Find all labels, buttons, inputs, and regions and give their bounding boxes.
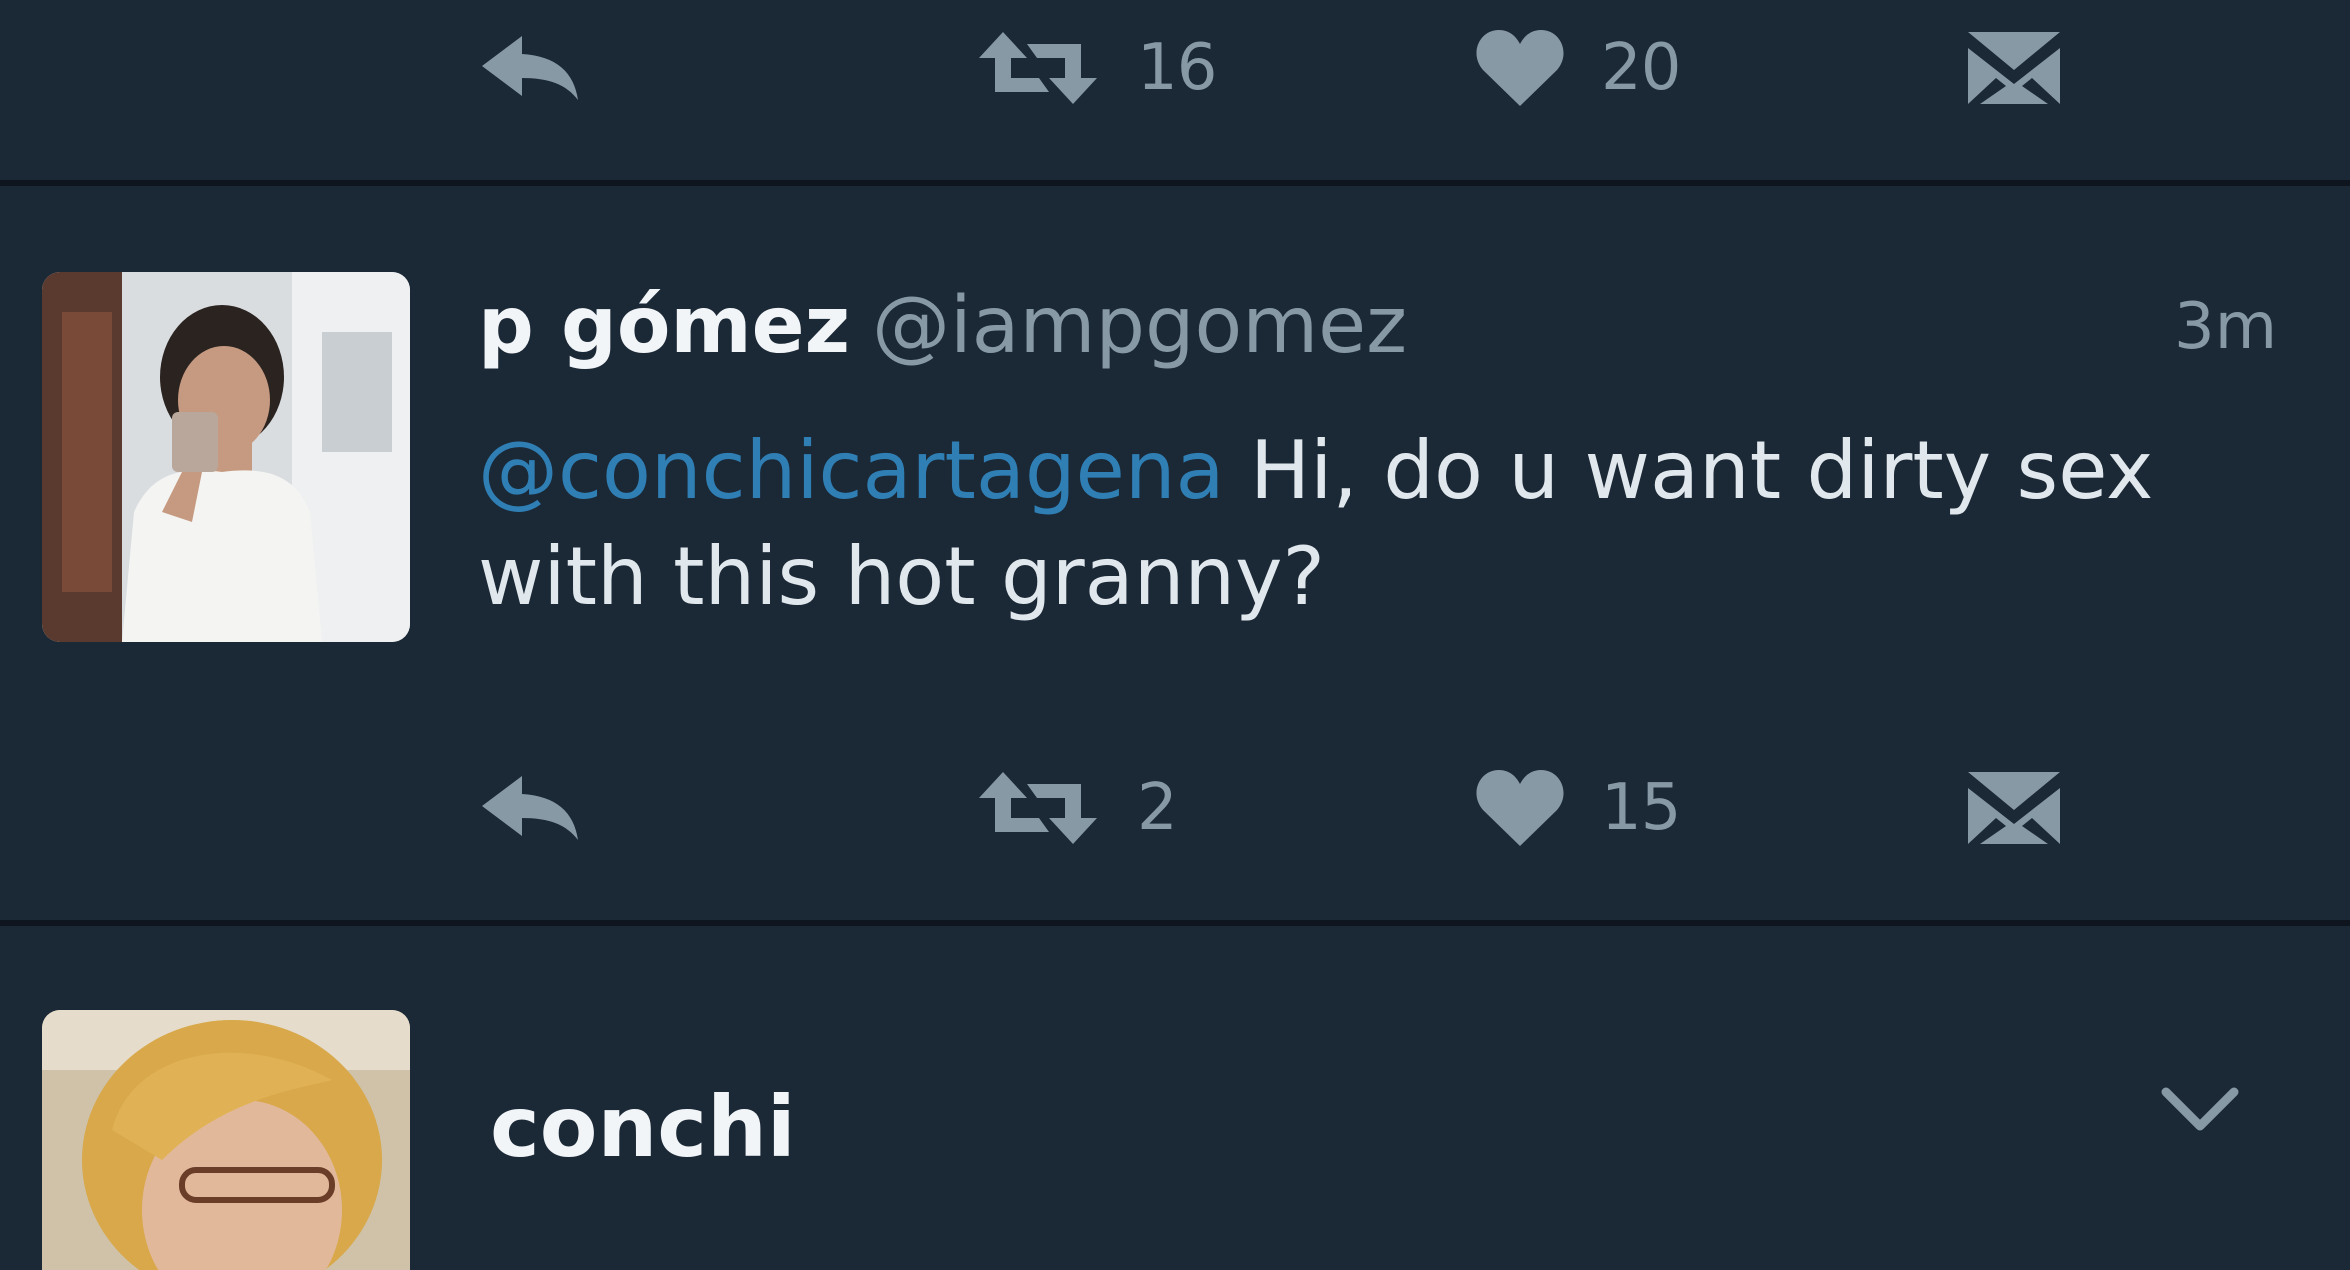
retweet-button[interactable]: 16 — [975, 18, 1217, 118]
tweet-divider — [0, 180, 2350, 186]
like-count: 15 — [1601, 771, 1681, 845]
envelope-icon — [1968, 772, 2060, 844]
retweet-icon — [979, 772, 1097, 844]
retweet-icon — [979, 32, 1097, 104]
like-button[interactable]: 15 — [1475, 758, 1681, 858]
profile-photo-image — [42, 1010, 410, 1270]
tweet-actions: 2 15 — [0, 758, 2350, 858]
avatar-conchi[interactable] — [42, 1010, 410, 1270]
tweet-divider — [0, 920, 2350, 926]
display-name[interactable]: conchi — [490, 1072, 796, 1182]
tweet-menu-button[interactable] — [2160, 1080, 2240, 1140]
envelope-icon — [1968, 32, 2060, 104]
retweet-count: 16 — [1137, 31, 1217, 105]
reply-icon — [482, 36, 578, 100]
heart-icon — [1476, 30, 1564, 106]
retweet-count: 2 — [1137, 771, 1178, 845]
like-button[interactable]: 20 — [1475, 18, 1681, 118]
chevron-down-icon — [2161, 1087, 2239, 1131]
user-handle[interactable]: @iampgomez — [872, 281, 1407, 371]
reply-button[interactable] — [478, 758, 588, 858]
heart-icon — [1476, 770, 1564, 846]
like-count: 20 — [1601, 31, 1681, 105]
reply-button[interactable] — [478, 18, 588, 118]
tweet-author-name[interactable]: p gómez @iampgomez — [478, 276, 1407, 376]
avatar-iampgomez[interactable] — [42, 272, 410, 642]
mention-link[interactable]: @conchicartagena — [478, 424, 1225, 517]
retweet-button[interactable]: 2 — [975, 758, 1178, 858]
previous-tweet-actions: 16 20 — [0, 18, 2350, 118]
tweet-text: @conchicartagena Hi, do u want dirty sex… — [478, 418, 2318, 630]
tweet-timestamp[interactable]: 3m — [2174, 282, 2277, 372]
display-name[interactable]: p gómez — [478, 281, 850, 371]
reply-icon — [482, 776, 578, 840]
direct-message-button[interactable] — [1966, 18, 2062, 118]
direct-message-button[interactable] — [1966, 758, 2062, 858]
profile-photo-image — [42, 272, 410, 642]
